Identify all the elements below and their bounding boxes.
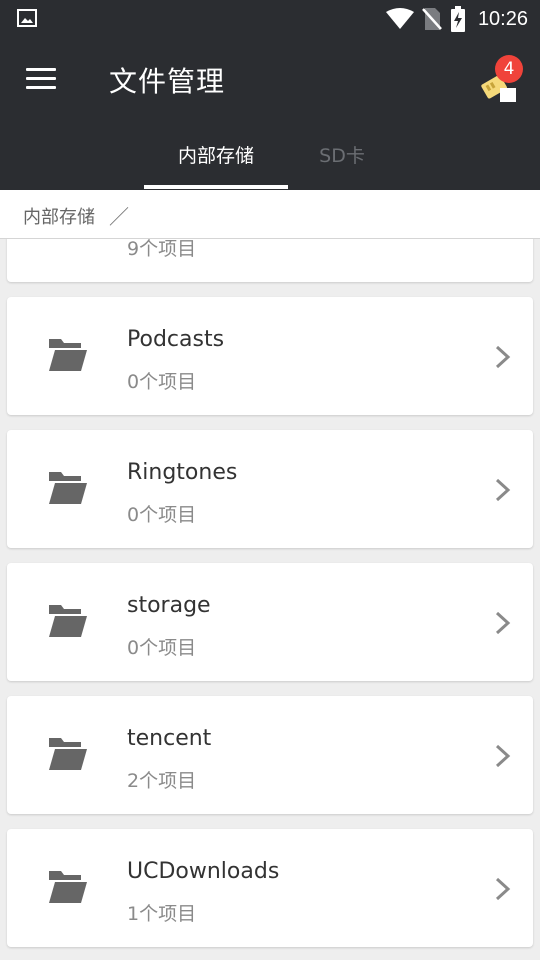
folder-item-count: 9个项目 — [127, 239, 197, 260]
chevron-right-icon — [495, 877, 511, 901]
folder-name: Podcasts — [127, 327, 225, 352]
list-item-ucdownloads[interactable]: UCDownloads 1个项目 — [7, 829, 533, 947]
list-item-partial[interactable]: 9个项目 — [7, 239, 533, 282]
menu-icon-line — [26, 86, 56, 89]
folder-name: UCDownloads — [127, 859, 280, 884]
status-bar: 10:26 — [0, 0, 540, 38]
status-time: 10:26 — [477, 7, 528, 30]
breadcrumb-item-internal-storage[interactable]: 内部存储 — [23, 203, 95, 229]
tab-sd-card[interactable]: SD卡 — [270, 122, 414, 190]
image-icon — [17, 9, 37, 27]
menu-button[interactable] — [26, 68, 58, 92]
app-bar: 文件管理 4 — [0, 38, 540, 122]
folder-item-count: 0个项目 — [127, 637, 197, 659]
folder-list[interactable]: 9个项目 Podcasts 0个项目 Ringtones 0个项目 storag… — [0, 239, 540, 960]
no-sim-icon — [422, 8, 442, 30]
breadcrumb-separator: ／ — [109, 205, 129, 229]
tab-internal-storage[interactable]: 内部存储 — [144, 122, 288, 190]
tab-bar: 内部存储 SD卡 — [0, 122, 540, 190]
wifi-icon — [385, 8, 414, 29]
folder-item-count: 0个项目 — [127, 504, 197, 526]
folder-item-count: 2个项目 — [127, 770, 197, 792]
folder-name: Ringtones — [127, 460, 238, 485]
list-item-storage[interactable]: storage 0个项目 — [7, 563, 533, 681]
chevron-right-icon — [495, 744, 511, 768]
folder-icon — [49, 472, 87, 504]
page-title: 文件管理 — [109, 65, 226, 98]
battery-charging-icon — [450, 6, 465, 32]
tab-indicator — [144, 185, 288, 189]
notification-badge: 4 — [495, 55, 523, 83]
folder-icon — [49, 339, 87, 371]
folder-name: storage — [127, 593, 211, 618]
folder-icon — [49, 871, 87, 903]
folder-icon — [49, 605, 87, 637]
menu-icon — [26, 68, 56, 71]
folder-item-count: 1个项目 — [127, 903, 197, 925]
folder-item-count: 0个项目 — [127, 371, 197, 393]
list-item-tencent[interactable]: tencent 2个项目 — [7, 696, 533, 814]
breadcrumb: 内部存储 ／ — [0, 190, 540, 239]
list-item-podcasts[interactable]: Podcasts 0个项目 — [7, 297, 533, 415]
chevron-right-icon — [495, 478, 511, 502]
folder-icon — [49, 738, 87, 770]
menu-icon-line — [26, 77, 56, 80]
list-item-ringtones[interactable]: Ringtones 0个项目 — [7, 430, 533, 548]
folder-name: tencent — [127, 726, 212, 751]
chevron-right-icon — [495, 611, 511, 635]
chevron-right-icon — [495, 345, 511, 369]
